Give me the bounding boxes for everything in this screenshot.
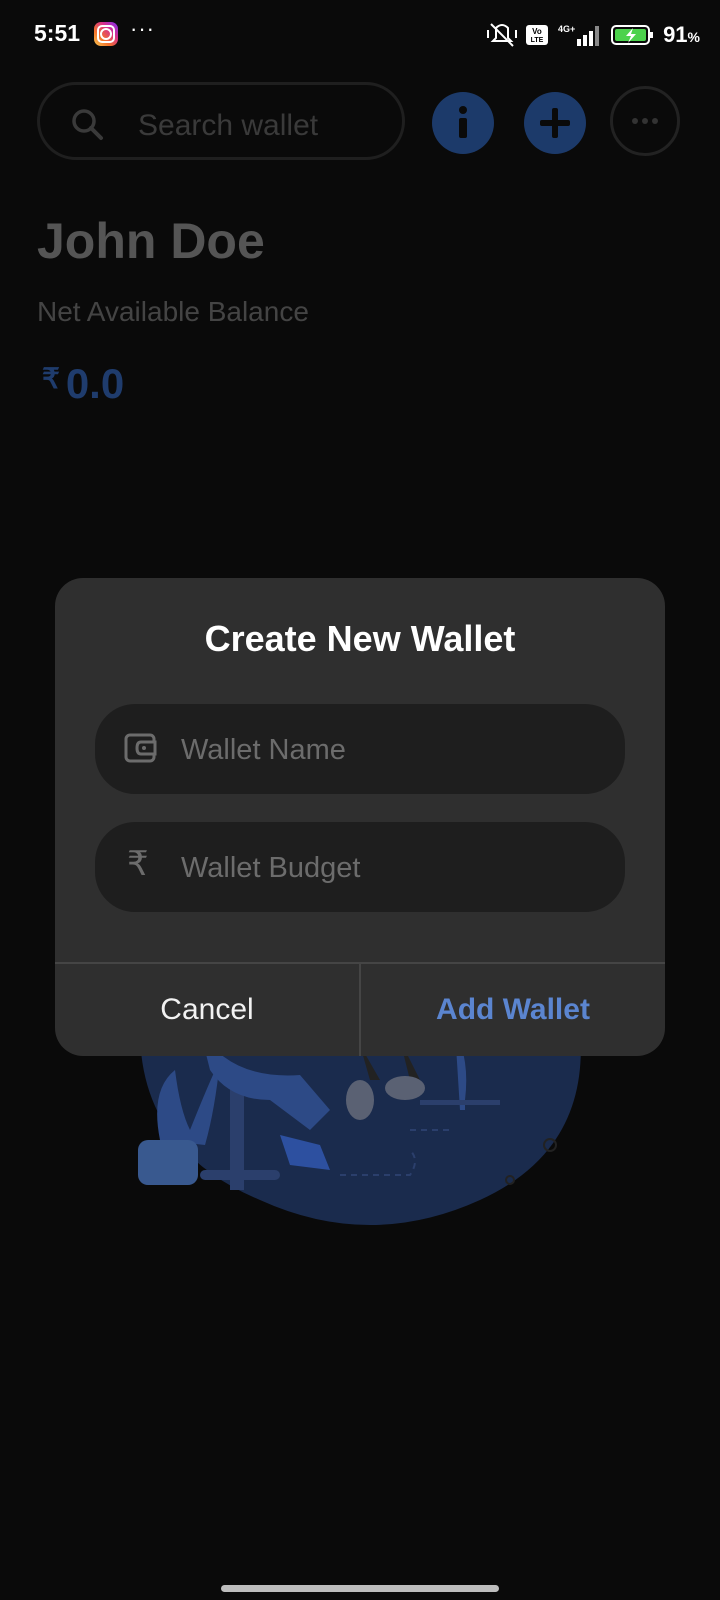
battery-charging-icon bbox=[611, 25, 654, 45]
more-horizontal-icon bbox=[632, 118, 658, 124]
home-indicator[interactable] bbox=[221, 1585, 499, 1592]
instagram-icon bbox=[94, 22, 118, 46]
info-button[interactable] bbox=[432, 92, 494, 154]
wallet-budget-placeholder: Wallet Budget bbox=[181, 852, 361, 884]
create-wallet-dialog: Create New Wallet Wallet Name ₹ Wallet B… bbox=[55, 578, 665, 1056]
dialog-title: Create New Wallet bbox=[204, 618, 516, 659]
plus-icon bbox=[540, 108, 570, 138]
mute-vibrate-icon bbox=[487, 23, 518, 47]
balance-amount: 0.0 bbox=[65, 360, 125, 407]
search-placeholder: Search wallet bbox=[138, 109, 319, 142]
balance-value: ₹0.0 bbox=[42, 360, 124, 408]
battery-percent: 91% bbox=[663, 22, 700, 47]
user-name: John Doe bbox=[37, 213, 265, 269]
svg-text:LTE: LTE bbox=[531, 37, 544, 44]
rupee-icon: ₹ bbox=[127, 845, 149, 883]
wallet-budget-field[interactable]: ₹ Wallet Budget bbox=[95, 822, 625, 912]
svg-text:4G+: 4G+ bbox=[558, 24, 575, 34]
wallet-name-placeholder: Wallet Name bbox=[181, 734, 346, 766]
status-time: 5:51 bbox=[34, 20, 81, 46]
add-wallet-button[interactable] bbox=[524, 92, 586, 154]
search-input[interactable]: Search wallet bbox=[37, 82, 405, 160]
more-notifications-icon: ··· bbox=[130, 16, 155, 41]
status-bar: 5:51 ··· Vo LTE 4G+ 91% bbox=[0, 0, 720, 70]
cancel-button[interactable]: Cancel bbox=[55, 964, 359, 1056]
rupee-icon: ₹ bbox=[42, 363, 60, 394]
wallet-name-field[interactable]: Wallet Name bbox=[95, 704, 625, 794]
svg-text:Vo: Vo bbox=[532, 27, 542, 36]
signal-icon: 4G+ bbox=[558, 24, 600, 46]
add-wallet-confirm-button[interactable]: Add Wallet bbox=[361, 964, 665, 1056]
balance-label: Net Available Balance bbox=[37, 296, 309, 327]
wallet-icon bbox=[124, 733, 157, 763]
more-options-button[interactable] bbox=[610, 86, 680, 156]
status-icons: Vo LTE 4G+ 91% bbox=[487, 22, 700, 48]
volte-icon: Vo LTE bbox=[526, 25, 549, 45]
info-icon bbox=[459, 106, 467, 138]
search-icon bbox=[72, 109, 103, 140]
